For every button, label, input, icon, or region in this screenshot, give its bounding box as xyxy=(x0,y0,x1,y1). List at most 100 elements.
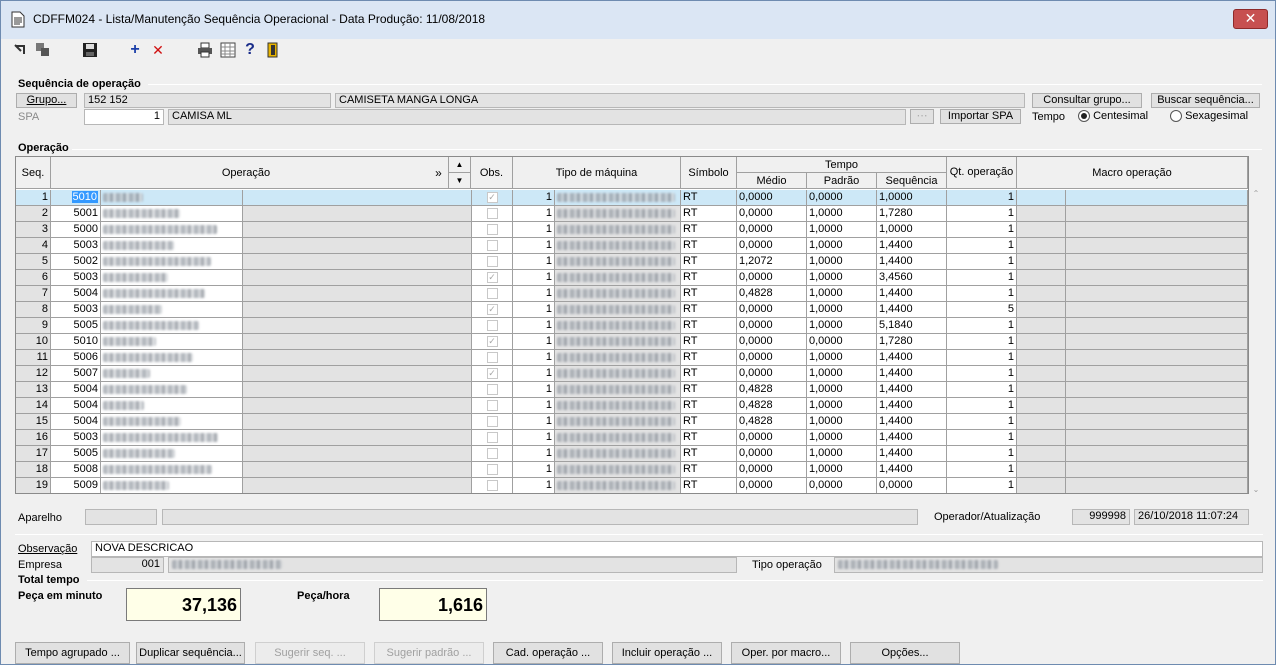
cell-simbolo[interactable]: RT xyxy=(681,366,737,382)
cell-code[interactable]: 5007 xyxy=(51,366,101,382)
cell-tipo-maquina-descricao[interactable] xyxy=(555,238,681,254)
cell-qt[interactable]: 1 xyxy=(947,270,1017,286)
cell-descfill[interactable] xyxy=(243,462,472,478)
cell-tipo[interactable]: 1 xyxy=(513,446,555,462)
header-operacao[interactable]: Operação xyxy=(51,157,442,189)
obs-checkbox[interactable] xyxy=(486,288,498,299)
cell-padrao[interactable]: 1,0000 xyxy=(807,430,877,446)
cell-medio[interactable]: 0,4828 xyxy=(737,382,807,398)
cell-tipo-maquina-descricao[interactable] xyxy=(555,414,681,430)
cell-tipo[interactable]: 1 xyxy=(513,238,555,254)
cell-operacao-descricao[interactable] xyxy=(101,462,243,478)
cell-tipo[interactable]: 1 xyxy=(513,254,555,270)
cell-sequencia[interactable]: 0,0000 xyxy=(877,478,947,493)
cell-tipo[interactable]: 1 xyxy=(513,430,555,446)
cell-operacao-descricao[interactable] xyxy=(101,366,243,382)
cell-qt[interactable]: 1 xyxy=(947,382,1017,398)
table-row[interactable]: 16 5003 1 RT 0,0000 1,0000 1,4400 1 xyxy=(16,430,1248,446)
obs-checkbox[interactable]: ✓ xyxy=(486,368,498,379)
cell-sequencia[interactable]: 1,4400 xyxy=(877,398,947,414)
cell-padrao[interactable]: 1,0000 xyxy=(807,414,877,430)
cell-code[interactable]: 5004 xyxy=(51,414,101,430)
cell-seq[interactable]: 17 xyxy=(16,446,51,462)
cell-sequencia[interactable]: 1,7280 xyxy=(877,206,947,222)
table-row[interactable]: 8 5003 ✓ 1 RT 0,0000 1,0000 1,4400 5 xyxy=(16,302,1248,318)
header-macro-operacao[interactable]: Macro operação xyxy=(1017,157,1248,189)
obs-checkbox[interactable]: ✓ xyxy=(486,272,498,283)
close-button[interactable]: ✕ xyxy=(1233,9,1268,29)
cell-operacao-descricao[interactable] xyxy=(101,446,243,462)
cell-sequencia[interactable]: 5,1840 xyxy=(877,318,947,334)
cell-simbolo[interactable]: RT xyxy=(681,318,737,334)
expand-columns-button[interactable]: » xyxy=(429,157,449,189)
cad-operacao-button[interactable]: Cad. operação ... xyxy=(493,642,603,664)
obs-checkbox[interactable] xyxy=(486,320,498,331)
cell-simbolo[interactable]: RT xyxy=(681,334,737,350)
cell-qt[interactable]: 1 xyxy=(947,206,1017,222)
cell-sequencia[interactable]: 1,4400 xyxy=(877,286,947,302)
importar-spa-button[interactable]: Importar SPA xyxy=(940,109,1021,124)
cell-obs[interactable] xyxy=(472,414,513,430)
cell-descfill[interactable] xyxy=(243,478,472,493)
add-icon[interactable]: + xyxy=(127,41,143,58)
header-padrao[interactable]: Padrão xyxy=(807,173,877,189)
cell-medio[interactable]: 0,0000 xyxy=(737,222,807,238)
cell-simbolo[interactable]: RT xyxy=(681,302,737,318)
cell-qt[interactable]: 5 xyxy=(947,302,1017,318)
cell-obs[interactable] xyxy=(472,462,513,478)
save-icon[interactable] xyxy=(82,42,98,58)
cell-macro[interactable] xyxy=(1017,206,1066,222)
cell-operacao-descricao[interactable] xyxy=(101,334,243,350)
cell-sequencia[interactable]: 3,4560 xyxy=(877,270,947,286)
cell-simbolo[interactable]: RT xyxy=(681,398,737,414)
table-row[interactable]: 5 5002 1 RT 1,2072 1,0000 1,4400 1 xyxy=(16,254,1248,270)
cell-padrao[interactable]: 1,0000 xyxy=(807,398,877,414)
cell-simbolo[interactable]: RT xyxy=(681,254,737,270)
cell-sequencia[interactable]: 1,4400 xyxy=(877,254,947,270)
cell-seq[interactable]: 7 xyxy=(16,286,51,302)
cell-macrodesc[interactable] xyxy=(1066,270,1248,286)
back-icon[interactable] xyxy=(13,42,29,58)
header-obs[interactable]: Obs. xyxy=(471,157,513,189)
cell-qt[interactable]: 1 xyxy=(947,366,1017,382)
cell-medio[interactable]: 0,0000 xyxy=(737,302,807,318)
cell-tipo[interactable]: 1 xyxy=(513,190,555,206)
cell-qt[interactable]: 1 xyxy=(947,254,1017,270)
cell-tipo[interactable]: 1 xyxy=(513,462,555,478)
cell-obs[interactable] xyxy=(472,446,513,462)
obs-checkbox[interactable]: ✓ xyxy=(486,192,498,203)
cell-code[interactable]: 5004 xyxy=(51,286,101,302)
cell-qt[interactable]: 1 xyxy=(947,222,1017,238)
cell-obs[interactable]: ✓ xyxy=(472,366,513,382)
cell-obs[interactable] xyxy=(472,318,513,334)
cell-medio[interactable]: 0,0000 xyxy=(737,478,807,493)
cell-operacao-descricao[interactable] xyxy=(101,350,243,366)
cell-tipo[interactable]: 1 xyxy=(513,334,555,350)
cell-tipo-maquina-descricao[interactable] xyxy=(555,478,681,493)
header-medio[interactable]: Médio xyxy=(737,173,807,189)
cell-qt[interactable]: 1 xyxy=(947,462,1017,478)
cell-tipo-maquina-descricao[interactable] xyxy=(555,446,681,462)
obs-checkbox[interactable] xyxy=(486,416,498,427)
cell-qt[interactable]: 1 xyxy=(947,286,1017,302)
table-row[interactable]: 10 5010 ✓ 1 RT 0,0000 0,0000 1,7280 1 xyxy=(16,334,1248,350)
cell-macrodesc[interactable] xyxy=(1066,318,1248,334)
buscar-sequencia-button[interactable]: Buscar sequência... xyxy=(1151,93,1260,108)
copy-icon[interactable] xyxy=(35,42,51,58)
cell-simbolo[interactable]: RT xyxy=(681,462,737,478)
cell-code[interactable]: 5009 xyxy=(51,478,101,493)
cell-macro[interactable] xyxy=(1017,398,1066,414)
cell-qt[interactable]: 1 xyxy=(947,334,1017,350)
cell-seq[interactable]: 8 xyxy=(16,302,51,318)
cell-sequencia[interactable]: 1,4400 xyxy=(877,462,947,478)
cell-padrao[interactable]: 1,0000 xyxy=(807,238,877,254)
cell-code[interactable]: 5005 xyxy=(51,446,101,462)
cell-operacao-descricao[interactable] xyxy=(101,254,243,270)
cell-qt[interactable]: 1 xyxy=(947,238,1017,254)
cell-sequencia[interactable]: 1,4400 xyxy=(877,302,947,318)
cell-padrao[interactable]: 1,0000 xyxy=(807,302,877,318)
cell-tipo[interactable]: 1 xyxy=(513,270,555,286)
cell-medio[interactable]: 1,2072 xyxy=(737,254,807,270)
cell-seq[interactable]: 10 xyxy=(16,334,51,350)
cell-tipo-maquina-descricao[interactable] xyxy=(555,190,681,206)
